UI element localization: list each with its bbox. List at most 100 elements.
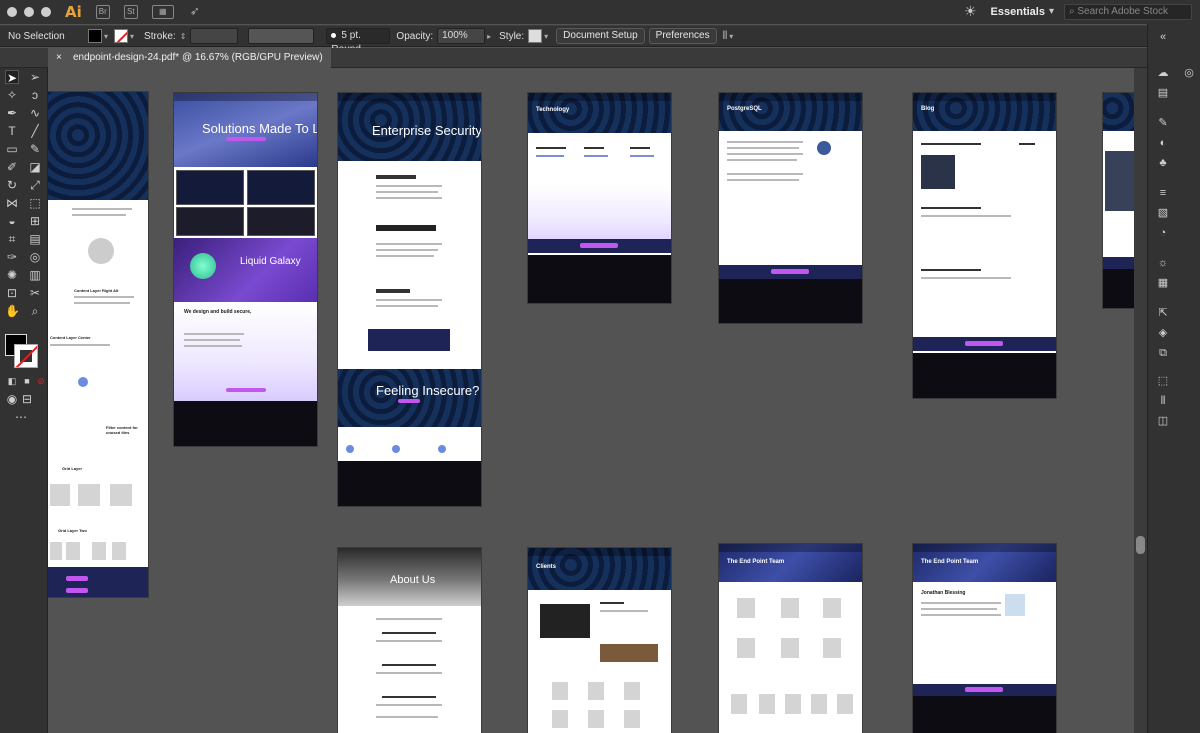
pen-tool-icon[interactable]: ✒ — [5, 106, 19, 120]
lasso-icon[interactable]: ↄ — [28, 88, 42, 102]
layers-icon[interactable]: ◈ — [1156, 326, 1170, 340]
mesh-tool-icon[interactable]: ⌗ — [5, 232, 19, 246]
text-line — [376, 672, 442, 674]
close-window-button[interactable] — [7, 7, 17, 17]
fill-color-swatch[interactable] — [88, 29, 102, 43]
stroke-color-box[interactable] — [14, 344, 38, 368]
free-transform-icon[interactable]: ⬚ — [28, 196, 42, 210]
graph-tool-icon[interactable]: ▥ — [28, 268, 42, 282]
vertical-scrollbar[interactable] — [1134, 68, 1147, 733]
scrollbar-thumb[interactable] — [1136, 536, 1145, 554]
paintbrush-icon[interactable]: ✎ — [28, 142, 42, 156]
stepper-icon[interactable]: ⇕ — [180, 32, 187, 41]
direct-selection-tool-icon[interactable]: ➢ — [28, 70, 42, 84]
scale-tool-icon[interactable]: ⤢ — [28, 178, 42, 192]
properties-icon[interactable]: ▤ — [1156, 86, 1170, 100]
variable-width-profile[interactable] — [248, 28, 315, 44]
drawing-mode-icon[interactable]: ◉ — [5, 392, 19, 406]
stroke-weight-field[interactable] — [190, 28, 239, 44]
eraser-icon[interactable]: ◪ — [28, 160, 42, 174]
chevron-right-icon[interactable]: ▸ — [487, 32, 491, 41]
artboard-postgresql[interactable]: PostgreSQL — [719, 93, 862, 323]
artboard-technology[interactable]: Technology — [528, 93, 671, 303]
cc-libraries-icon[interactable]: ☁ — [1156, 66, 1170, 80]
slice-tool-icon[interactable]: ✂ — [28, 286, 42, 300]
stock-icon[interactable]: St — [123, 5, 138, 19]
artboard-tool-icon[interactable]: ⊡ — [5, 286, 19, 300]
shape-builder-icon[interactable]: ◒ — [5, 214, 19, 228]
workspace-switcher[interactable]: Essentials — [991, 6, 1045, 18]
artboard-partial-right[interactable] — [1103, 93, 1134, 308]
artboard-clients[interactable]: Clients — [528, 548, 671, 733]
chevron-down-icon[interactable]: ▾ — [104, 32, 108, 41]
lightbulb-icon[interactable]: ☀ — [964, 3, 977, 20]
perspective-grid-icon[interactable]: ⊞ — [28, 214, 42, 228]
preferences-button[interactable]: Preferences — [648, 28, 717, 44]
brush-definition[interactable]: 5 pt. Round — [326, 28, 391, 55]
document-tab[interactable]: × endpoint-design-24.pdf* @ 16.67% (RGB/… — [48, 48, 331, 68]
chevron-down-icon[interactable]: ▾ — [130, 32, 134, 41]
cc-libraries-icon[interactable]: ◎ — [1182, 66, 1196, 80]
align-icon[interactable]: ⫴ — [1156, 394, 1170, 408]
shaper-tool-icon[interactable]: ✐ — [5, 160, 19, 174]
transform-icon[interactable]: ⬚ — [1156, 374, 1170, 388]
artboard-liquid-galaxy-partial[interactable]: Content Layer Right Alt Content Layer Ce… — [48, 92, 148, 597]
artboard-team-member[interactable]: The End Point Team Jonathan Blessing — [913, 544, 1056, 733]
rotate-tool-icon[interactable]: ↻ — [5, 178, 19, 192]
pathfinder-icon[interactable]: ◫ — [1156, 414, 1170, 428]
canvas[interactable]: Content Layer Right Alt Content Layer Ce… — [48, 68, 1134, 733]
zoom-tool-icon[interactable]: ⌕ — [28, 304, 42, 318]
artboard-blog[interactable]: Blog — [913, 93, 1056, 398]
gradient-tool-icon[interactable]: ▤ — [28, 232, 42, 246]
width-tool-icon[interactable]: ⋈ — [5, 196, 19, 210]
symbols-icon[interactable]: ♣ — [1156, 156, 1170, 170]
line-tool-icon[interactable]: ╱ — [28, 124, 42, 138]
type-tool-icon[interactable]: T — [5, 124, 19, 138]
minimize-window-button[interactable] — [24, 7, 34, 17]
transparency-icon[interactable]: ◔ — [1156, 226, 1170, 240]
align-icon[interactable]: ⫴ — [723, 30, 728, 43]
brushes-icon[interactable]: ✎ — [1156, 116, 1170, 130]
selection-tool-icon[interactable]: ➤ — [5, 70, 19, 85]
color-icon[interactable]: ■ — [20, 374, 34, 388]
appearance-icon[interactable]: ☼ — [1156, 256, 1170, 270]
symbol-sprayer-icon[interactable]: ✺ — [5, 268, 19, 282]
artboards-icon[interactable]: ⧉ — [1156, 346, 1170, 360]
export-icon[interactable]: ⇱ — [1156, 306, 1170, 320]
rectangle-tool-icon[interactable]: ▭ — [5, 142, 19, 156]
gradient-icon[interactable]: ▧ — [1156, 206, 1170, 220]
bridge-icon[interactable]: Br — [95, 5, 110, 19]
screen-mode-icon[interactable]: ⊟ — [20, 392, 34, 406]
client-name — [600, 602, 624, 604]
hand-tool-icon[interactable]: ✋ — [5, 304, 20, 318]
collapse-panels-icon[interactable]: « — [1156, 30, 1170, 44]
magic-wand-icon[interactable]: ✧ — [5, 88, 19, 102]
none-icon[interactable]: ⊘ — [34, 374, 48, 388]
artboard-team[interactable]: The End Point Team — [719, 544, 862, 733]
opacity-field[interactable]: 100% — [437, 28, 486, 44]
default-colors-icon[interactable]: ◧ — [5, 374, 19, 388]
artboard-enterprise-security[interactable]: Enterprise Security Feeling Insecure? — [338, 93, 481, 506]
chevron-down-icon[interactable]: ▾ — [729, 32, 733, 41]
color-icon[interactable]: ◐ — [1156, 136, 1170, 150]
graphic-style-swatch[interactable] — [528, 29, 543, 43]
stroke-color-swatch[interactable] — [114, 29, 129, 43]
edit-toolbar-icon[interactable]: ⋯ — [14, 410, 28, 424]
curvature-tool-icon[interactable]: ∿ — [28, 106, 42, 120]
stroke-label[interactable]: Stroke: — [144, 31, 176, 42]
graphic-styles-icon[interactable]: ▦ — [1156, 276, 1170, 290]
maximize-window-button[interactable] — [41, 7, 51, 17]
eyedropper-icon[interactable]: ✑ — [5, 250, 19, 264]
opacity-label[interactable]: Opacity: — [396, 31, 433, 42]
chevron-down-icon[interactable]: ▾ — [1049, 6, 1054, 17]
tab-close-icon[interactable]: × — [56, 52, 62, 63]
document-setup-button[interactable]: Document Setup — [556, 28, 645, 44]
search-adobe-stock-input[interactable]: ⌕ Search Adobe Stock — [1064, 3, 1192, 20]
chevron-down-icon[interactable]: ▾ — [544, 32, 548, 41]
blend-tool-icon[interactable]: ◎ — [28, 250, 42, 264]
gpu-performance-icon[interactable]: ➶ — [188, 5, 202, 19]
arrange-documents-icon[interactable]: ▦ — [151, 5, 174, 19]
stroke-icon[interactable]: ≡ — [1156, 186, 1170, 200]
artboard-solutions-made-to-last[interactable]: Solutions Made To Last Liquid Galaxy We … — [174, 93, 317, 446]
artboard-about-us[interactable]: About Us — [338, 548, 481, 733]
